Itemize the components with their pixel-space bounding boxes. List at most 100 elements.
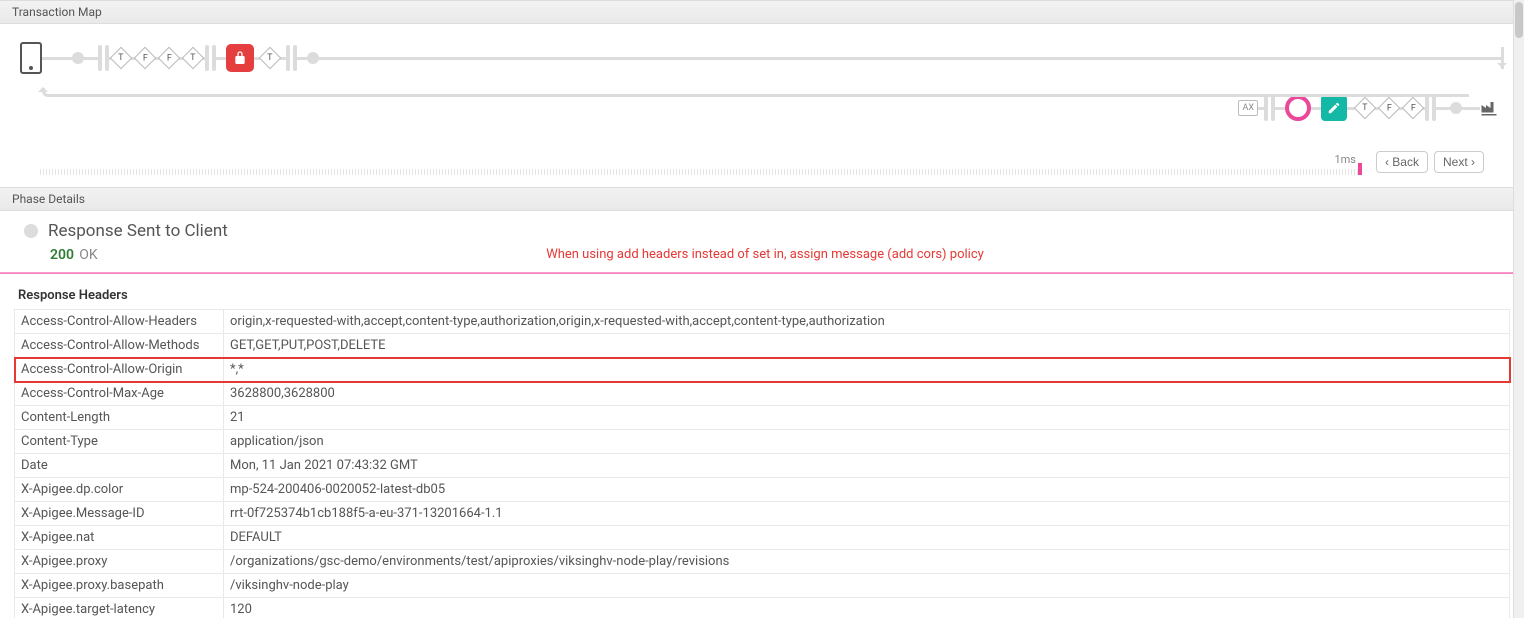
flow-connector: [1311, 107, 1321, 110]
header-name: X-Apigee.nat: [15, 526, 224, 550]
header-name: Access-Control-Max-Age: [15, 382, 224, 406]
header-name: Access-Control-Allow-Methods: [15, 334, 224, 358]
lock-icon[interactable]: [226, 44, 254, 72]
timeline-track[interactable]: [40, 169, 1362, 175]
table-row[interactable]: X-Apigee.dp.colormp-524-200406-0020052-l…: [15, 478, 1510, 502]
table-row[interactable]: Content-Length21: [15, 406, 1510, 430]
diamond-label: F: [1387, 103, 1392, 113]
back-button[interactable]: ‹ Back: [1376, 151, 1428, 173]
header-name: Access-Control-Allow-Origin: [15, 358, 224, 382]
flow-barrier: [98, 45, 109, 71]
condition-diamond[interactable]: T: [259, 47, 282, 70]
header-value: rrt-0f725374b1cb188f5-a-eu-371-13201664-…: [224, 502, 1510, 526]
flow-barrier: [205, 45, 216, 71]
header-name: X-Apigee.Message-ID: [15, 502, 224, 526]
header-value: origin,x-requested-with,accept,content-t…: [224, 310, 1510, 334]
header-value: *,*: [224, 358, 1510, 382]
header-value: Mon, 11 Jan 2021 07:43:32 GMT: [224, 454, 1510, 478]
flow-connector: [42, 57, 72, 60]
table-row[interactable]: Content-Typeapplication/json: [15, 430, 1510, 454]
flow-connector: [216, 57, 226, 60]
diamond-label: F: [1411, 103, 1416, 113]
timeline-label: 1ms: [1334, 153, 1356, 166]
flow-connector: [1462, 107, 1480, 110]
header-value: DEFAULT: [224, 526, 1510, 550]
flow-barrier: [286, 45, 297, 71]
flow-connector: [1275, 107, 1285, 110]
flow-node[interactable]: [1450, 102, 1462, 114]
diamond-label: F: [167, 53, 172, 63]
header-value: GET,GET,PUT,POST,DELETE: [224, 334, 1510, 358]
diamond-label: T: [190, 53, 195, 63]
phase-title: Response Sent to Client: [48, 221, 228, 241]
next-button[interactable]: Next ›: [1434, 151, 1484, 173]
response-headers-title: Response Headers: [14, 282, 1510, 309]
flow-barrier: [1425, 95, 1436, 121]
header-value: application/json: [224, 430, 1510, 454]
response-headers-table: Access-Control-Allow-Headersorigin,x-req…: [14, 309, 1510, 618]
table-row[interactable]: X-Apigee.target-latency120: [15, 598, 1510, 618]
table-row[interactable]: Access-Control-Allow-Origin*,*: [15, 358, 1510, 382]
condition-diamond[interactable]: T: [1354, 97, 1377, 120]
vertical-scrollbar[interactable]: [1513, 0, 1524, 618]
header-name: Content-Length: [15, 406, 224, 430]
header-name: X-Apigee.proxy: [15, 550, 224, 574]
diamond-label: T: [118, 53, 123, 63]
header-value: 120: [224, 598, 1510, 618]
scrollbar-thumb[interactable]: [1515, 2, 1523, 38]
phase-title-row: Response Sent to Client: [24, 221, 1506, 241]
transaction-map: T F F T T AX T F F: [0, 24, 1524, 187]
diamond-label: T: [267, 53, 272, 63]
response-flow-line: AX T F F: [20, 95, 1504, 121]
flow-connector: [84, 57, 98, 60]
header-name: Access-Control-Allow-Headers: [15, 310, 224, 334]
annotation-note: When using add headers instead of set in…: [24, 247, 1506, 262]
header-value: mp-524-200406-0020052-latest-db05: [224, 478, 1510, 502]
header-value: /viksinghv-node-play: [224, 574, 1510, 598]
diamond-label: F: [143, 53, 148, 63]
table-row[interactable]: X-Apigee.Message-IDrrt-0f725374b1cb188f5…: [15, 502, 1510, 526]
assign-message-icon[interactable]: [1321, 95, 1347, 121]
header-name: Content-Type: [15, 430, 224, 454]
header-value: /organizations/gsc-demo/environments/tes…: [224, 550, 1510, 574]
diamond-label: T: [1362, 103, 1367, 113]
table-row[interactable]: Access-Control-Max-Age3628800,3628800: [15, 382, 1510, 406]
header-value: 3628800,3628800: [224, 382, 1510, 406]
condition-diamond[interactable]: F: [1402, 97, 1425, 120]
status-code: 200: [50, 247, 74, 263]
condition-diamond[interactable]: T: [182, 47, 205, 70]
header-name: X-Apigee.target-latency: [15, 598, 224, 618]
timeline-marker[interactable]: [1358, 163, 1362, 175]
table-row[interactable]: DateMon, 11 Jan 2021 07:43:32 GMT: [15, 454, 1510, 478]
analytics-icon[interactable]: AX: [1238, 100, 1258, 116]
header-value: 21: [224, 406, 1510, 430]
phase-dot-icon: [24, 224, 38, 238]
table-row[interactable]: X-Apigee.proxy.basepath/viksinghv-node-p…: [15, 574, 1510, 598]
selected-step-icon[interactable]: [1285, 95, 1311, 121]
flow-node[interactable]: [307, 52, 319, 64]
timeline-row: 1ms ‹ Back Next ›: [20, 151, 1504, 183]
flow-connector: [1436, 107, 1450, 110]
header-name: Date: [15, 454, 224, 478]
table-row[interactable]: X-Apigee.natDEFAULT: [15, 526, 1510, 550]
request-flow-line: TFFT T: [20, 42, 1504, 74]
status-text: OK: [79, 247, 97, 263]
flow-connector: [297, 57, 307, 60]
condition-diamond[interactable]: T: [110, 47, 133, 70]
table-row[interactable]: X-Apigee.proxy/organizations/gsc-demo/en…: [15, 550, 1510, 574]
flow-barrier: [1264, 95, 1275, 121]
flow-down-arrow-icon: [1501, 47, 1504, 69]
response-return-connector: [42, 88, 1469, 97]
condition-diamond[interactable]: F: [158, 47, 181, 70]
header-name: X-Apigee.proxy.basepath: [15, 574, 224, 598]
target-backend-icon: [1480, 100, 1498, 116]
condition-diamond[interactable]: F: [134, 47, 157, 70]
client-icon: [20, 42, 42, 74]
header-name: X-Apigee.dp.color: [15, 478, 224, 502]
table-row[interactable]: Access-Control-Allow-MethodsGET,GET,PUT,…: [15, 334, 1510, 358]
phase-details-header: Phase Details: [0, 187, 1524, 211]
condition-diamond[interactable]: F: [1378, 97, 1401, 120]
table-row[interactable]: Access-Control-Allow-Headersorigin,x-req…: [15, 310, 1510, 334]
flow-node[interactable]: [72, 52, 84, 64]
transaction-map-header: Transaction Map: [0, 0, 1524, 24]
